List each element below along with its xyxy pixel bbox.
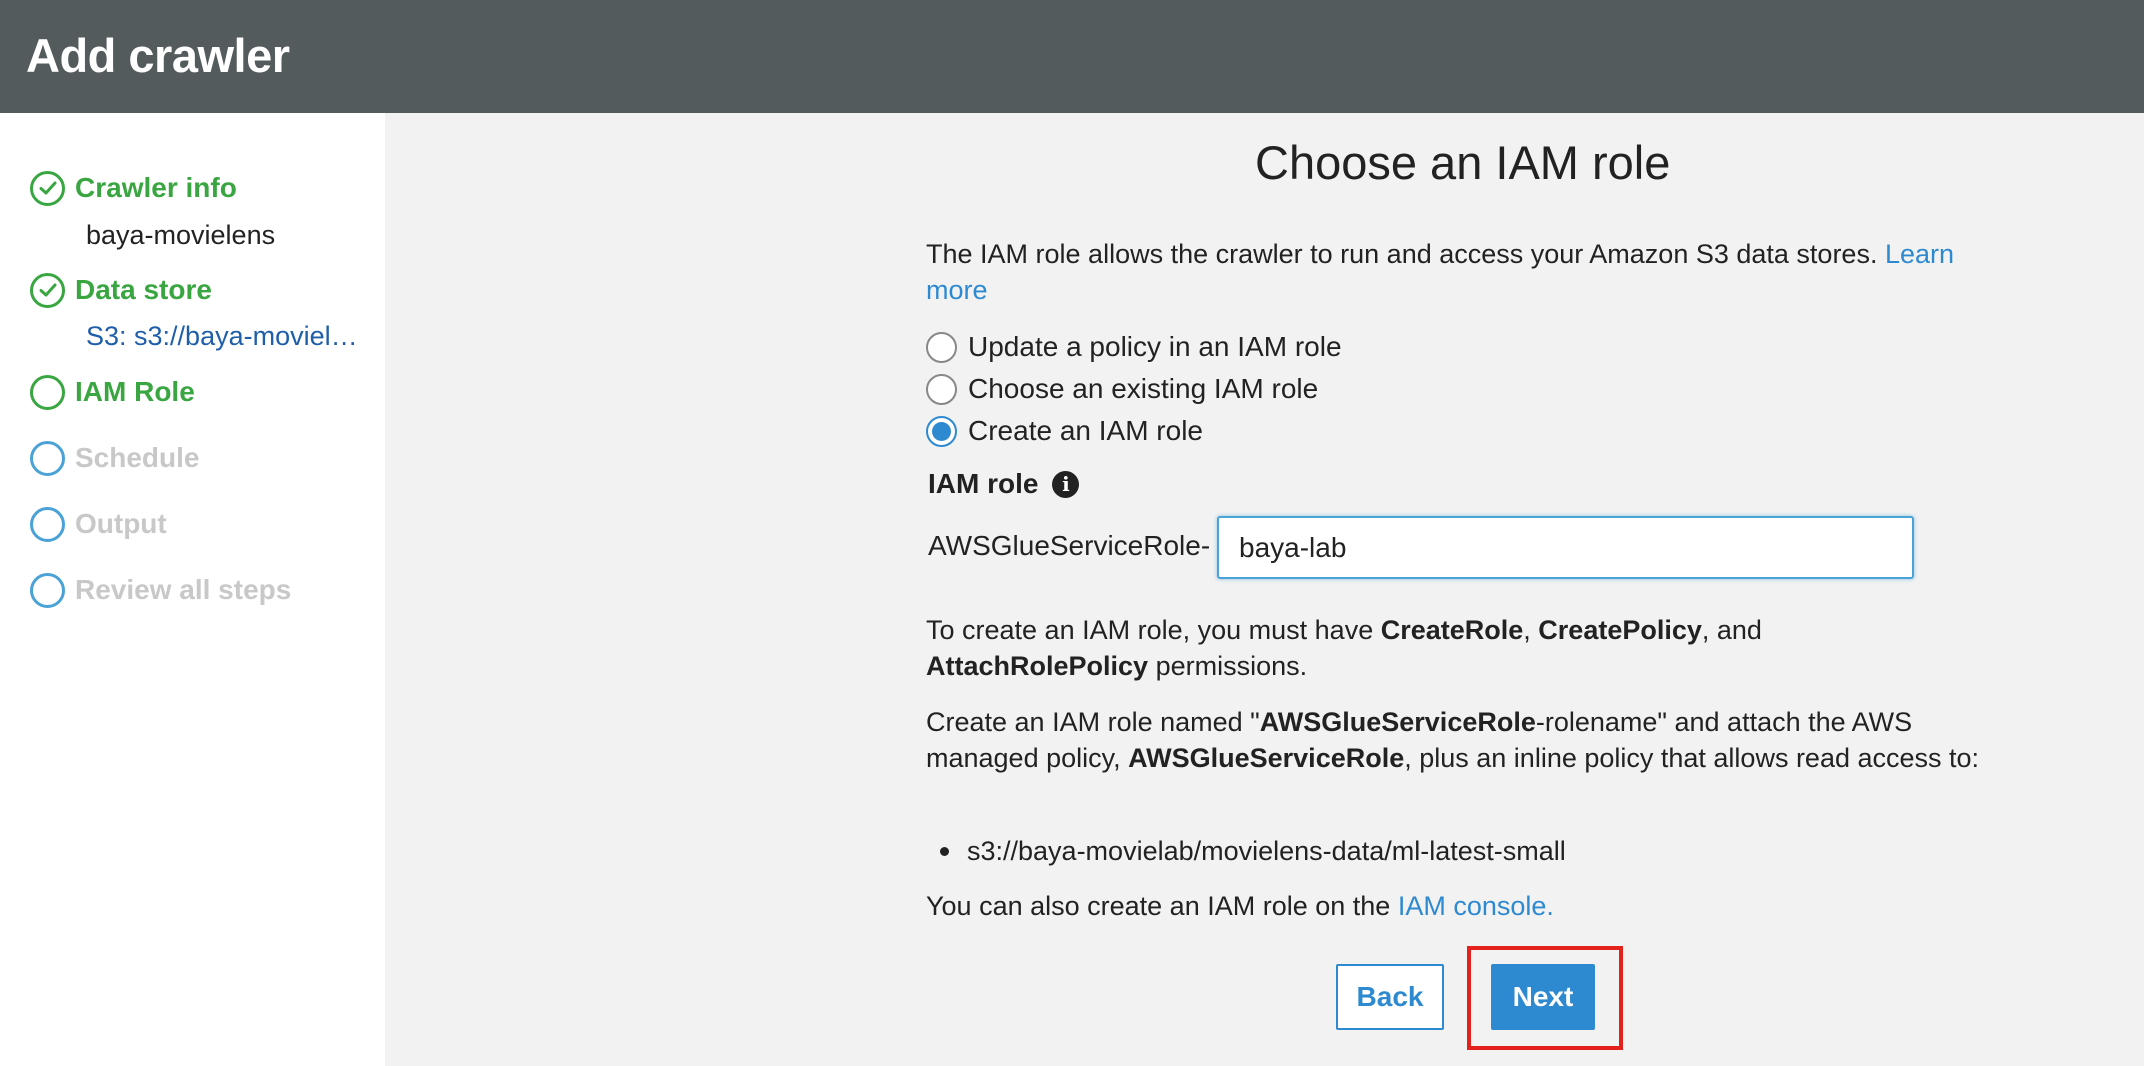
step-schedule: Schedule <box>30 438 199 478</box>
radio-button-selected[interactable] <box>926 415 957 447</box>
bullet-icon <box>940 847 949 856</box>
page-title: Choose an IAM role <box>1255 136 1671 189</box>
intro-text: The IAM role allows the crawler to run a… <box>926 239 1955 305</box>
step-label: Schedule <box>75 442 200 473</box>
iam-role-label: IAM role i <box>928 468 1080 500</box>
radio-label: Update a policy in an IAM role <box>968 331 1342 362</box>
step-circle-icon <box>30 572 65 608</box>
next-button-highlight <box>1467 946 1623 1050</box>
step-crawler-info-value: baya-movielens <box>86 220 276 250</box>
create-role-text: Create an IAM role named "AWSGlueService… <box>926 707 1980 773</box>
back-button[interactable]: Back <box>1336 964 1444 1030</box>
console-text: You can also create an IAM role on the I… <box>926 891 1554 921</box>
step-label: Crawler info <box>75 172 237 203</box>
step-review: Review all steps <box>30 570 291 610</box>
iam-console-link[interactable]: IAM console. <box>1398 891 1554 921</box>
step-circle-icon <box>30 374 65 410</box>
role-name-input[interactable] <box>1217 516 1914 579</box>
role-name-prefix: AWSGlueServiceRole- <box>928 530 1211 561</box>
radio-label: Choose an existing IAM role <box>968 373 1319 404</box>
step-label: Output <box>75 508 167 539</box>
info-icon[interactable]: i <box>1052 470 1080 498</box>
step-data-store[interactable]: Data store <box>30 270 212 310</box>
step-circle-icon <box>30 440 65 476</box>
step-crawler-info[interactable]: Crawler info <box>30 168 237 208</box>
check-circle-icon <box>30 272 65 308</box>
s3-path-list-item: s3://baya-movielab/movielens-data/ml-lat… <box>940 833 1566 869</box>
permissions-text: To create an IAM role, you must have Cre… <box>926 615 1762 681</box>
step-iam-role[interactable]: IAM Role <box>30 372 195 412</box>
step-label: Review all steps <box>75 574 292 605</box>
radio-button[interactable] <box>926 331 957 363</box>
radio-label: Create an IAM role <box>968 415 1203 446</box>
radio-create-role[interactable]: Create an IAM role <box>926 413 1203 449</box>
step-data-store-link[interactable]: S3: s3://baya-movielab/movielens-data/ml… <box>86 321 366 352</box>
step-label: IAM Role <box>75 376 195 407</box>
wizard-sidebar: Crawler info baya-movielens Data store S… <box>0 113 385 1066</box>
radio-choose-existing[interactable]: Choose an existing IAM role <box>926 371 1318 407</box>
page-header-title: Add crawler <box>26 29 290 82</box>
radio-update-policy[interactable]: Update a policy in an IAM role <box>926 329 1342 365</box>
step-label: Data store <box>75 274 212 305</box>
check-circle-icon <box>30 170 65 206</box>
step-circle-icon <box>30 506 65 542</box>
header-bar: Add crawler <box>0 0 2144 113</box>
radio-button[interactable] <box>926 373 957 405</box>
step-output: Output <box>30 504 167 544</box>
